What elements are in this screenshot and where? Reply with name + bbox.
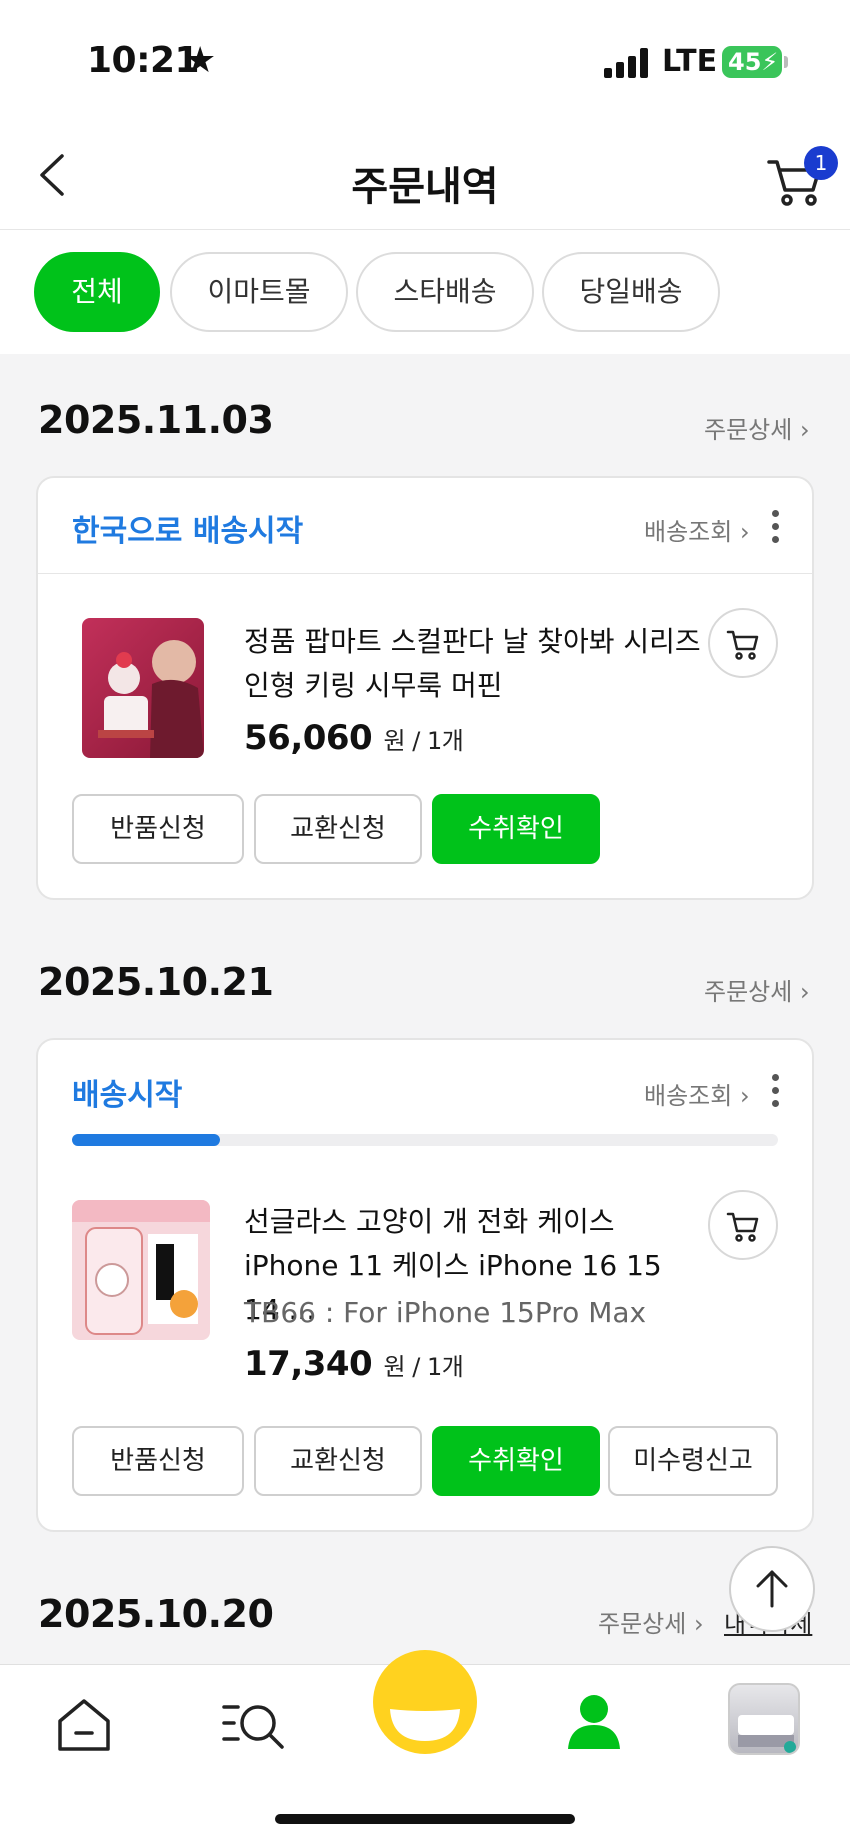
order-detail-link[interactable]: 주문상세 › xyxy=(704,972,810,1007)
exchange-request-button[interactable]: 교환신청 xyxy=(254,794,422,864)
battery-icon: 45⚡ xyxy=(722,46,788,78)
app-header: 주문내역 xyxy=(0,120,850,230)
scroll-top-button[interactable] xyxy=(729,1546,815,1632)
order-date: 2025.11.03 xyxy=(38,398,274,442)
nav-search[interactable] xyxy=(220,1695,290,1759)
product-price: 17,340 원 / 1개 xyxy=(244,1344,464,1384)
product-image[interactable] xyxy=(82,618,204,758)
delivery-progress-fill xyxy=(72,1134,221,1146)
status-bar: 10:21 ★ LTE 45⚡ xyxy=(0,0,850,120)
order-card: 배송시작 배송조회 › 선글라스 고양이 개 전화 케이스 iPhone 11 … xyxy=(36,1038,814,1532)
nav-my-page[interactable] xyxy=(566,1691,622,1755)
return-request-button[interactable]: 반품신청 xyxy=(72,794,244,864)
star-icon: ★ xyxy=(184,40,217,81)
home-indicator xyxy=(275,1814,575,1824)
track-delivery-link[interactable]: 배송조회 › xyxy=(644,1076,750,1111)
filter-same-day[interactable]: 당일배송 xyxy=(542,252,720,332)
filter-emartmall[interactable]: 이마트몰 xyxy=(170,252,348,332)
confirm-receipt-button[interactable]: 수취확인 xyxy=(432,794,600,864)
order-date: 2025.10.20 xyxy=(38,1592,274,1636)
price-value: 17,340 xyxy=(244,1344,373,1384)
search-icon xyxy=(222,1705,284,1749)
order-card: 한국으로 배송시작 배송조회 › 정품 팝마트 스컬판다 날 찾아봐 시리즈 인… xyxy=(36,476,814,900)
cart-count-badge: 1 xyxy=(804,146,838,180)
profile-icon xyxy=(568,1695,620,1749)
filter-all[interactable]: 전체 xyxy=(34,252,160,332)
nav-recent-product[interactable] xyxy=(728,1683,800,1755)
return-request-button[interactable]: 반품신청 xyxy=(72,1426,244,1496)
product-option: TB66 : For iPhone 15Pro Max xyxy=(244,1296,647,1329)
home-icon xyxy=(58,1699,110,1751)
cart-icon xyxy=(726,630,759,660)
delivery-progress-bar xyxy=(72,1134,778,1146)
page-title: 주문내역 xyxy=(351,164,499,210)
delivery-status: 배송시작 xyxy=(72,1078,183,1113)
scroll-top-icon xyxy=(756,1570,788,1608)
filter-star-delivery[interactable]: 스타배송 xyxy=(356,252,534,332)
add-to-cart-button[interactable] xyxy=(708,608,778,678)
add-to-cart-button[interactable] xyxy=(708,1190,778,1260)
delivery-status: 한국으로 배송시작 xyxy=(72,514,304,549)
more-icon[interactable] xyxy=(769,1074,781,1110)
cart-icon xyxy=(726,1212,759,1242)
price-unit: 원 / 1개 xyxy=(383,1353,464,1381)
price-unit: 원 / 1개 xyxy=(383,727,464,755)
battery-level: 45 xyxy=(728,48,762,76)
emoji-icon xyxy=(373,1650,477,1754)
status-time: 10:21 xyxy=(87,40,200,81)
product-image[interactable] xyxy=(72,1200,210,1340)
filter-tabs: 전체 이마트몰 스타배송 당일배송 xyxy=(0,230,850,354)
track-delivery-link[interactable]: 배송조회 › xyxy=(644,512,750,547)
more-icon[interactable] xyxy=(769,510,781,546)
order-detail-link[interactable]: 주문상세 › xyxy=(704,410,810,445)
signal-icon xyxy=(604,48,650,78)
product-price: 56,060 원 / 1개 xyxy=(244,718,464,758)
price-value: 56,060 xyxy=(244,718,373,758)
not-received-report-button[interactable]: 미수령신고 xyxy=(608,1426,778,1496)
card-divider xyxy=(38,573,812,574)
order-detail-link[interactable]: 주문상세 › xyxy=(598,1604,704,1639)
order-date: 2025.10.21 xyxy=(38,960,274,1004)
confirm-receipt-button[interactable]: 수취확인 xyxy=(432,1426,600,1496)
product-name[interactable]: 정품 팝마트 스컬판다 날 찾아봐 시리즈 인형 키링 시무룩 머핀 xyxy=(244,620,704,708)
nav-home[interactable] xyxy=(54,1695,114,1759)
recent-product-thumbnail xyxy=(738,1715,796,1753)
exchange-request-button[interactable]: 교환신청 xyxy=(254,1426,422,1496)
nav-emoji-center[interactable] xyxy=(372,1649,478,1759)
network-label: LTE xyxy=(662,44,718,79)
